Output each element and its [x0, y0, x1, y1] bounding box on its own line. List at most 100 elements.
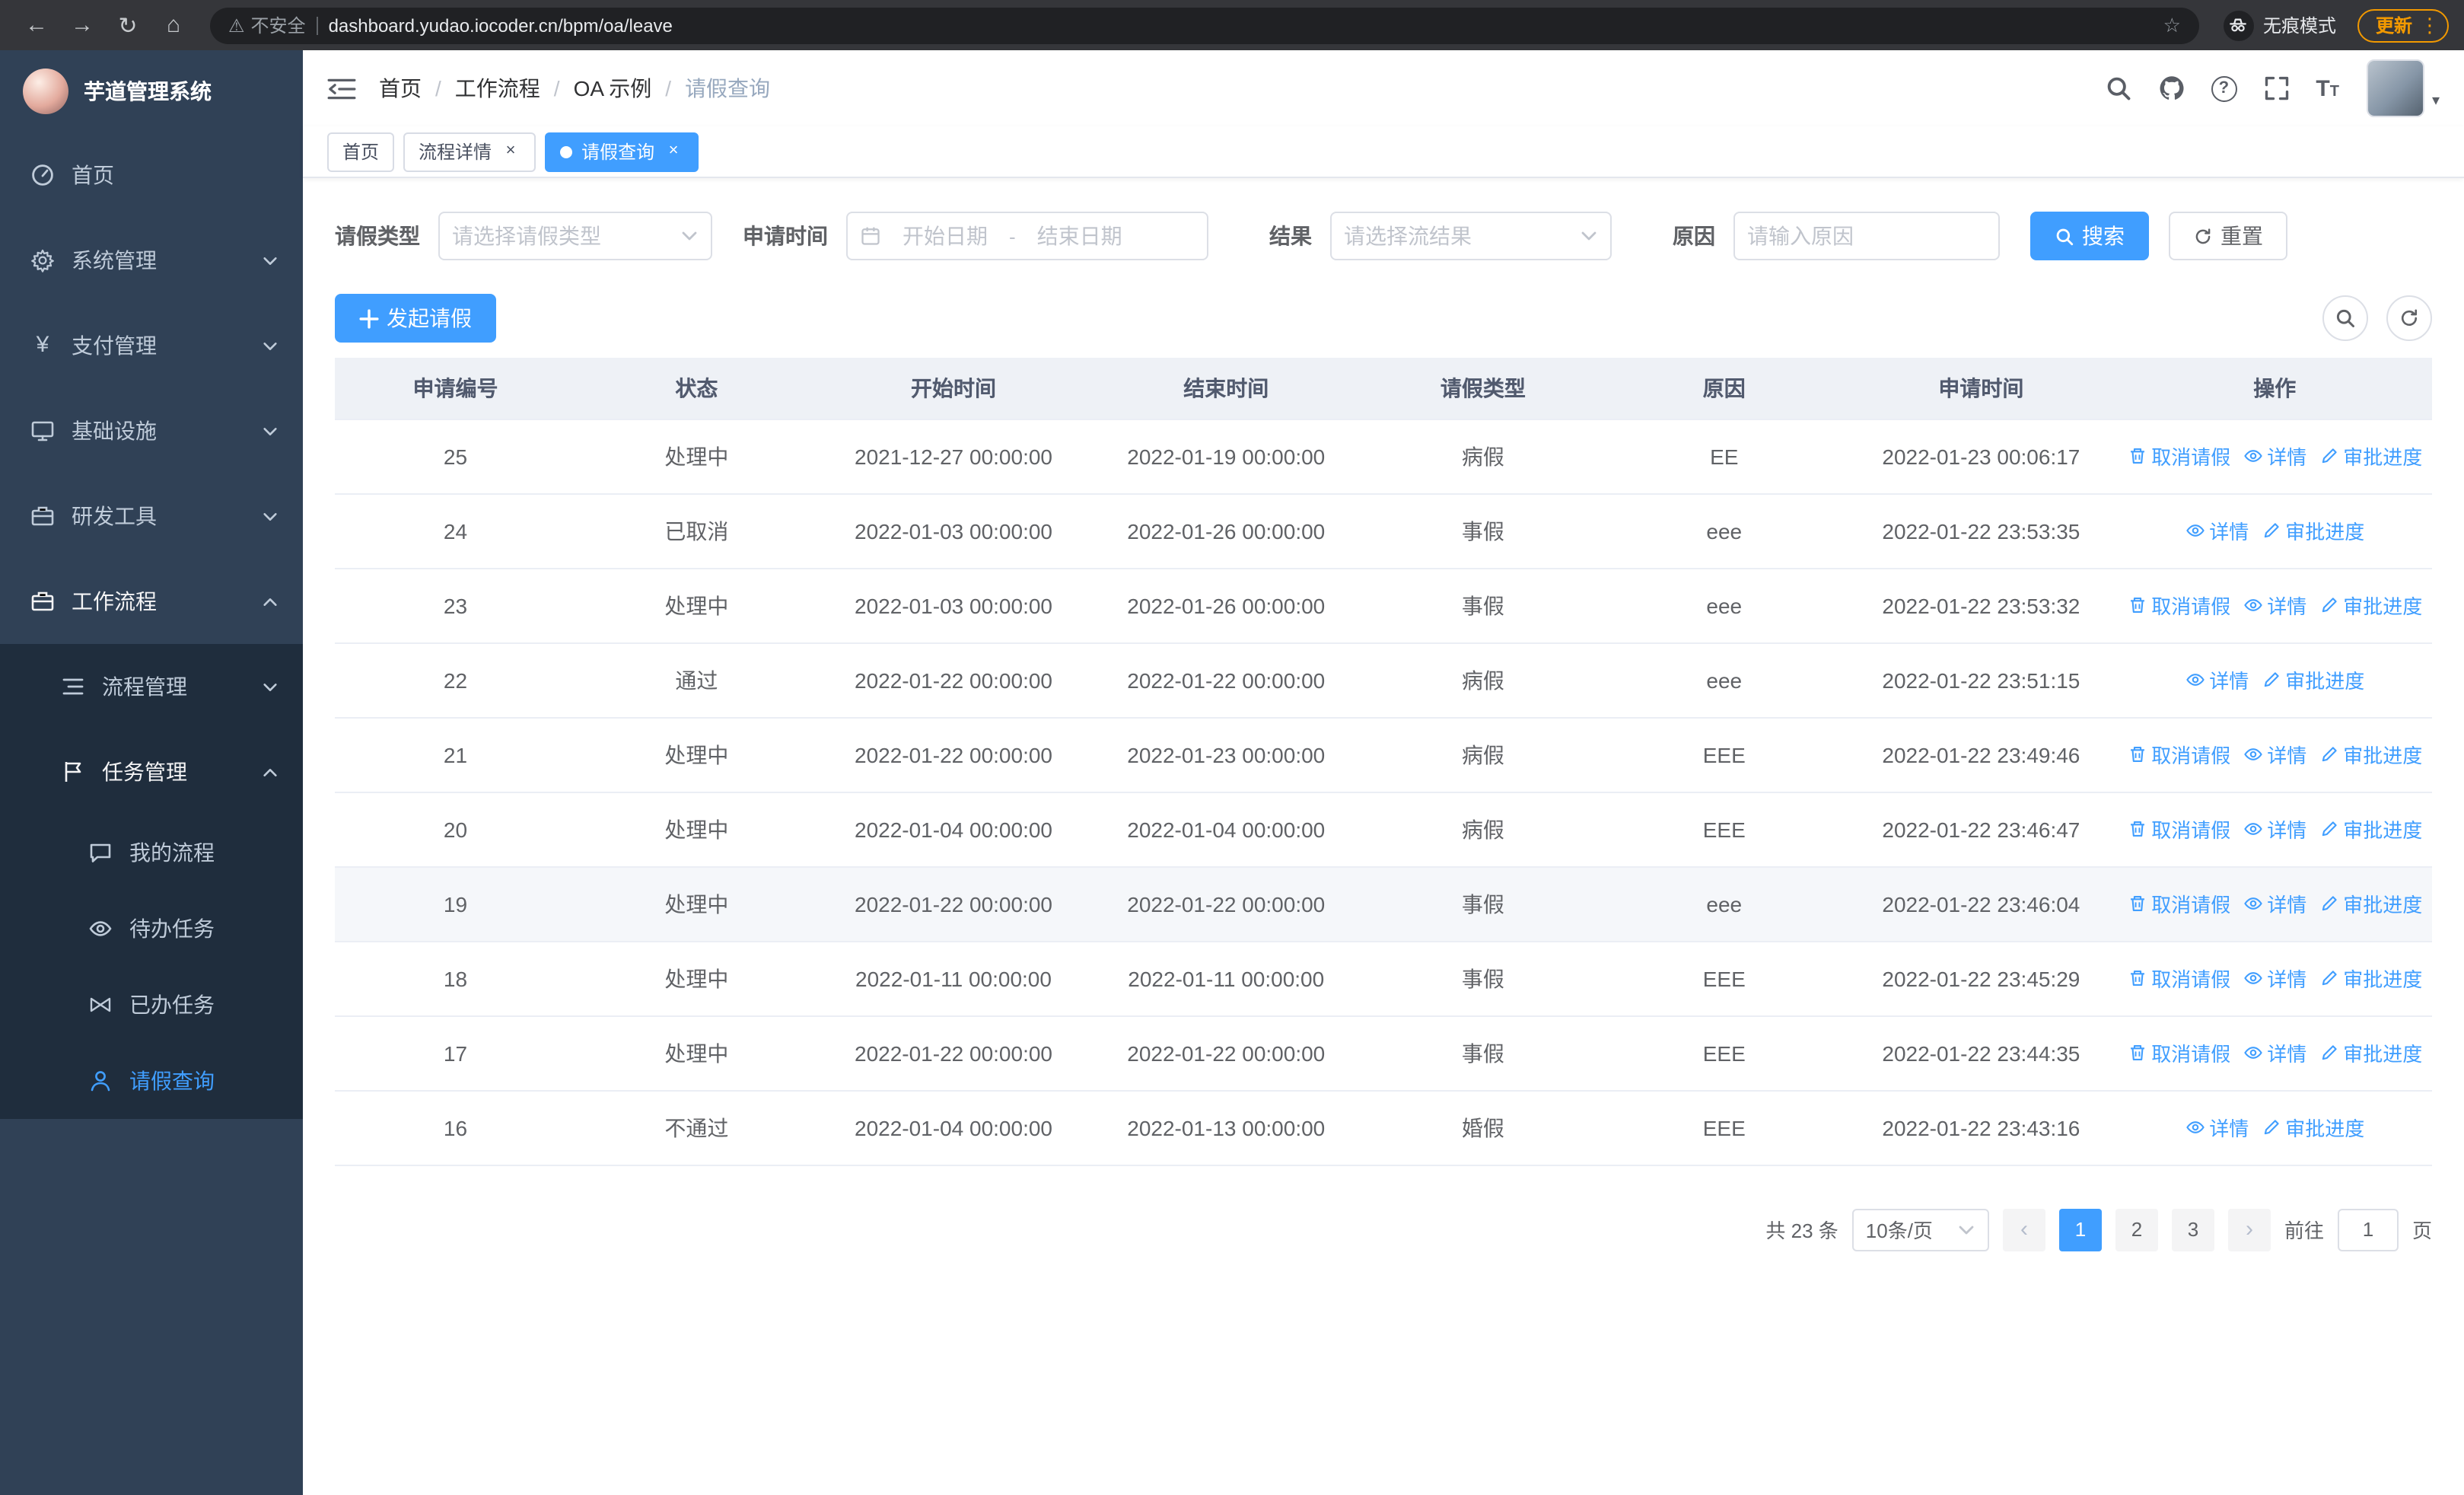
approval-progress-link[interactable]: 审批进度: [2261, 516, 2364, 545]
detail-link[interactable]: 详情: [2185, 516, 2249, 545]
cancel-leave-link[interactable]: 取消请假: [2127, 441, 2230, 470]
security-warning[interactable]: ⚠ 不安全: [228, 12, 306, 38]
result-input[interactable]: [1344, 224, 1580, 248]
approval-progress-link[interactable]: 审批进度: [2319, 740, 2422, 769]
search-icon[interactable]: [2104, 75, 2131, 102]
detail-link[interactable]: 详情: [2185, 665, 2249, 694]
toggle-search-button[interactable]: [2322, 295, 2368, 341]
close-icon[interactable]: ×: [501, 142, 520, 161]
result-select[interactable]: [1330, 212, 1612, 260]
approval-progress-link[interactable]: 审批进度: [2261, 1113, 2364, 1142]
address-bar[interactable]: ⚠ 不安全 dashboard.yudao.iocoder.cn/bpm/oa/…: [210, 7, 2199, 43]
leave-type-select[interactable]: [438, 212, 712, 260]
sidebar-item-workflow[interactable]: 工作流程: [0, 559, 303, 644]
detail-link[interactable]: 详情: [2243, 740, 2306, 769]
briefcase-icon: [30, 504, 55, 528]
reload-icon[interactable]: ↻: [107, 4, 149, 46]
cancel-leave-link[interactable]: 取消请假: [2127, 814, 2230, 843]
cancel-leave-link[interactable]: 取消请假: [2127, 740, 2230, 769]
font-size-icon[interactable]: TT: [2316, 75, 2339, 101]
detail-link[interactable]: 详情: [2243, 591, 2306, 620]
search-button[interactable]: 搜索: [2030, 212, 2149, 260]
sidebar: 芋道管理系统 首页 系统管理 ¥ 支付管理 基础设施 研发工具 工作流程 流程管…: [0, 50, 303, 1495]
tab-process-detail[interactable]: 流程详情 ×: [403, 132, 536, 171]
sidebar-item-todo-tasks[interactable]: 待办任务: [0, 891, 303, 967]
sidebar-item-system[interactable]: 系统管理: [0, 218, 303, 303]
avatar-caret-icon[interactable]: ▾: [2432, 92, 2440, 109]
cancel-leave-link[interactable]: 取消请假: [2127, 964, 2230, 993]
reason-input[interactable]: [1747, 224, 1986, 248]
start-date-input[interactable]: [890, 224, 1000, 248]
sidebar-item-leave-query[interactable]: 请假查询: [0, 1043, 303, 1119]
cancel-leave-link[interactable]: 取消请假: [2127, 1038, 2230, 1067]
date-range-picker[interactable]: -: [846, 212, 1208, 260]
breadcrumb-oa-example[interactable]: OA 示例: [574, 73, 686, 104]
refresh-table-button[interactable]: [2386, 295, 2432, 341]
menu-dots-icon[interactable]: ⋮: [2420, 13, 2440, 37]
home-icon[interactable]: ⌂: [152, 4, 195, 46]
chrome-update-chip[interactable]: 更新 ⋮: [2357, 8, 2449, 42]
url-text[interactable]: dashboard.yudao.iocoder.cn/bpm/oa/leave: [329, 14, 2153, 36]
reset-button[interactable]: 重置: [2169, 212, 2287, 260]
page-size-select[interactable]: 10条/页: [1851, 1208, 1989, 1251]
detail-link[interactable]: 详情: [2243, 889, 2306, 918]
sidebar-item-home[interactable]: 首页: [0, 132, 303, 218]
divider: [316, 16, 318, 34]
breadcrumb-workflow[interactable]: 工作流程: [455, 73, 574, 104]
detail-link[interactable]: 详情: [2243, 441, 2306, 470]
approval-progress-link[interactable]: 审批进度: [2319, 889, 2422, 918]
leave-type-input[interactable]: [452, 224, 680, 248]
reason-label: 原因: [1673, 224, 1715, 248]
approval-progress-link[interactable]: 审批进度: [2319, 1038, 2422, 1067]
cancel-leave-link[interactable]: 取消请假: [2127, 889, 2230, 918]
page-button-3[interactable]: 3: [2171, 1208, 2214, 1251]
sidebar-item-task-mgmt[interactable]: 任务管理: [0, 729, 303, 814]
collapse-sidebar-icon[interactable]: [327, 75, 356, 101]
detail-link[interactable]: 详情: [2243, 814, 2306, 843]
goto-page-input[interactable]: [2337, 1208, 2399, 1251]
detail-link[interactable]: 详情: [2243, 964, 2306, 993]
detail-link[interactable]: 详情: [2185, 1113, 2249, 1142]
page-button-1[interactable]: 1: [2058, 1208, 2102, 1251]
sidebar-item-done-tasks[interactable]: 已办任务: [0, 967, 303, 1043]
tab-leave-query[interactable]: 请假查询 ×: [545, 132, 699, 171]
create-leave-button[interactable]: 发起请假: [335, 294, 496, 343]
calendar-icon: [860, 225, 881, 247]
sidebar-item-my-process[interactable]: 我的流程: [0, 814, 303, 891]
page-unit-label: 页: [2411, 1219, 2432, 1242]
close-icon[interactable]: ×: [664, 142, 683, 161]
back-icon[interactable]: ←: [15, 4, 58, 46]
approval-progress-link[interactable]: 审批进度: [2319, 441, 2422, 470]
help-icon[interactable]: ?: [2211, 75, 2237, 101]
reason-field[interactable]: [1733, 212, 2000, 260]
sidebar-item-devtools[interactable]: 研发工具: [0, 473, 303, 559]
pen-icon: [2261, 670, 2281, 690]
github-icon[interactable]: [2157, 75, 2185, 102]
tab-home[interactable]: 首页: [327, 132, 395, 171]
fullscreen-icon[interactable]: [2262, 75, 2290, 102]
forward-icon[interactable]: →: [61, 4, 103, 46]
bookmark-star-icon[interactable]: ☆: [2163, 13, 2181, 37]
col-status: 状态: [575, 358, 817, 419]
approval-progress-link[interactable]: 审批进度: [2319, 591, 2422, 620]
approval-progress-link[interactable]: 审批进度: [2319, 964, 2422, 993]
approval-progress-link[interactable]: 审批进度: [2319, 814, 2422, 843]
detail-link[interactable]: 详情: [2243, 1038, 2306, 1067]
incognito-badge: 无痕模式: [2223, 10, 2336, 40]
prev-page-button[interactable]: ‹: [2002, 1208, 2045, 1251]
trash-icon: [2127, 968, 2147, 988]
end-date-input[interactable]: [1024, 224, 1135, 248]
sidebar-item-payment[interactable]: ¥ 支付管理: [0, 303, 303, 388]
breadcrumb-home[interactable]: 首页: [379, 73, 455, 104]
browser-toolbar: ← → ↻ ⌂ ⚠ 不安全 dashboard.yudao.iocoder.cn…: [0, 0, 2464, 50]
eye-icon: [2185, 521, 2205, 540]
sidebar-item-process-mgmt[interactable]: 流程管理: [0, 644, 303, 729]
cancel-leave-link[interactable]: 取消请假: [2127, 591, 2230, 620]
eye-icon: [2243, 595, 2262, 615]
sidebar-item-infrastructure[interactable]: 基础设施: [0, 388, 303, 473]
user-avatar[interactable]: [2366, 59, 2424, 117]
page-button-2[interactable]: 2: [2115, 1208, 2158, 1251]
next-page-button[interactable]: ›: [2227, 1208, 2271, 1251]
cell-actions: 取消请假 详情 审批进度: [2117, 419, 2432, 494]
approval-progress-link[interactable]: 审批进度: [2261, 665, 2364, 694]
